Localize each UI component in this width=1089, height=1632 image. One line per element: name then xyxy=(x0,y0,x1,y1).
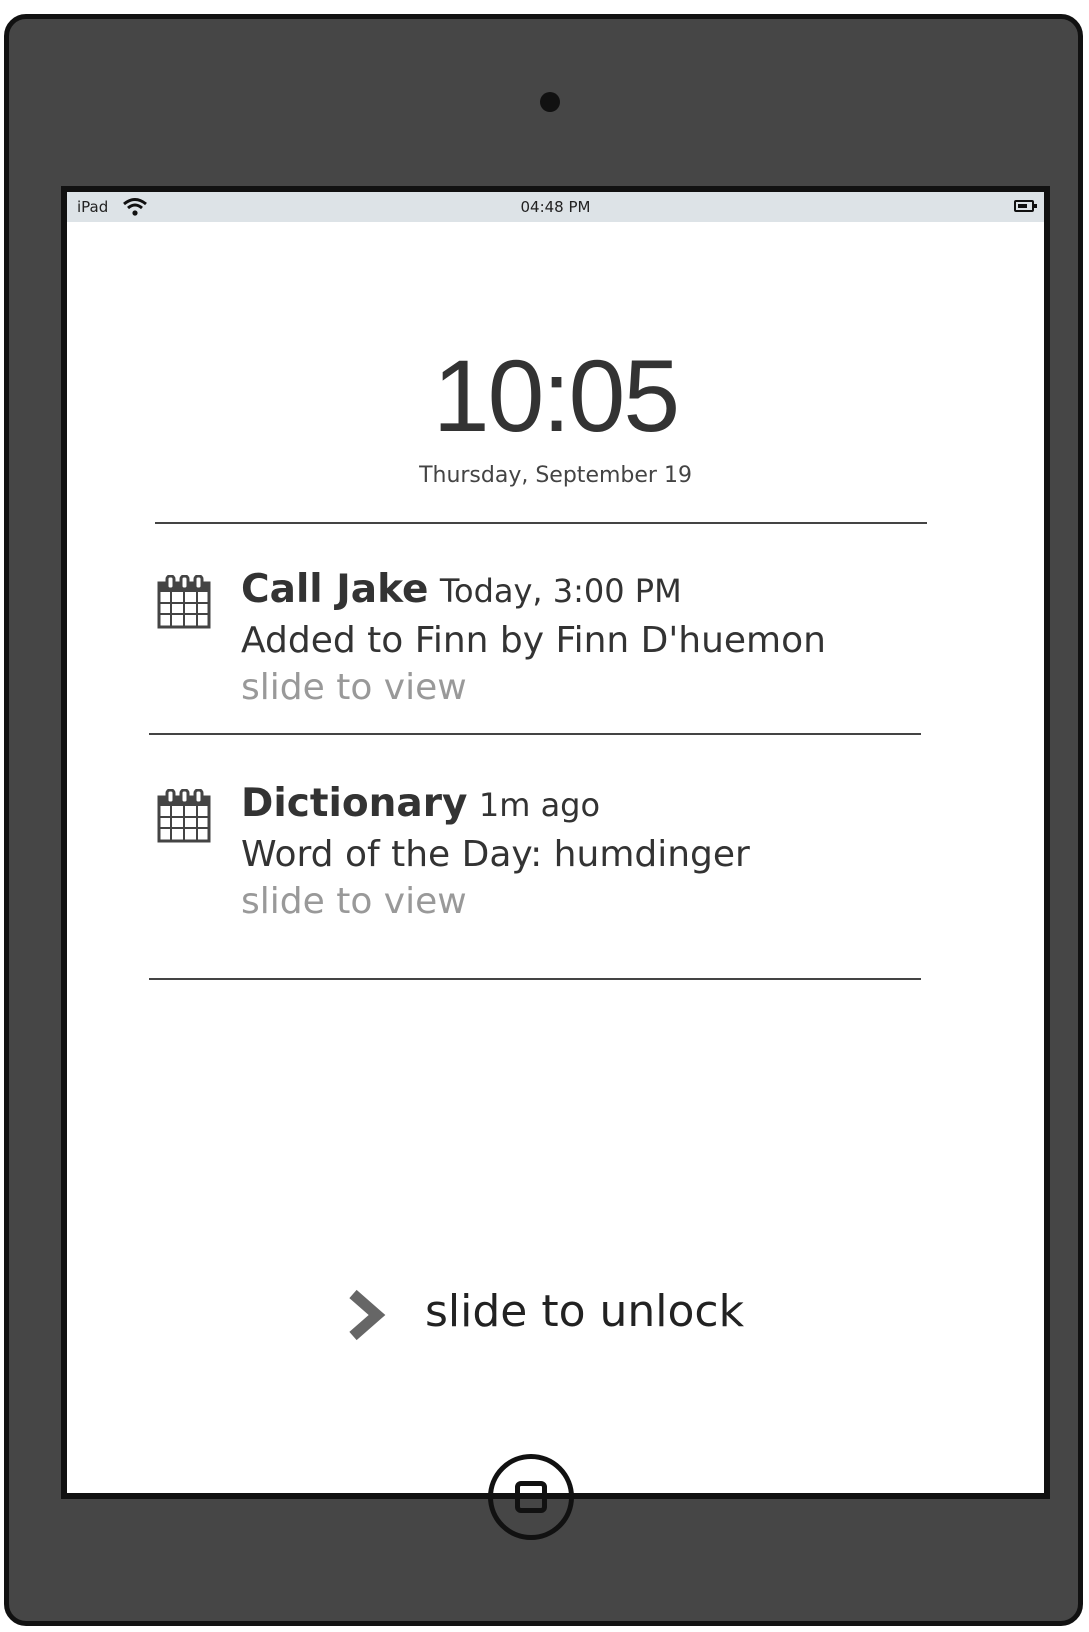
slide-to-unlock[interactable]: slide to unlock xyxy=(347,1282,807,1352)
lock-date: Thursday, September 19 xyxy=(419,463,692,488)
divider xyxy=(149,978,921,980)
ipad-device: iPad 04:48 PM 10:05 Thursday, September … xyxy=(4,14,1083,1626)
status-time: 04:48 PM xyxy=(520,198,591,216)
notification-slide-to-view[interactable]: slide to view xyxy=(241,881,961,922)
home-button[interactable] xyxy=(488,1454,574,1540)
notification-time: 1m ago xyxy=(478,786,601,824)
status-bar: iPad 04:48 PM xyxy=(67,192,1044,222)
divider xyxy=(155,522,927,524)
notification-title: Call Jake xyxy=(241,567,429,612)
slide-to-unlock-label: slide to unlock xyxy=(425,1286,745,1337)
notification-title: Dictionary xyxy=(241,781,468,826)
notification-item[interactable]: Dictionary 1m ago Word of the Day: humdi… xyxy=(157,781,967,931)
home-square-icon xyxy=(515,1481,547,1513)
lock-screen: iPad 04:48 PM 10:05 Thursday, September … xyxy=(61,186,1050,1499)
divider xyxy=(149,733,921,735)
camera-icon xyxy=(540,92,560,112)
notification-body: Word of the Day: humdinger xyxy=(241,834,750,875)
chevron-right-icon[interactable] xyxy=(347,1288,387,1346)
lock-clock: 10:05 xyxy=(432,339,680,453)
calendar-icon xyxy=(157,788,211,847)
battery-icon xyxy=(1014,200,1037,212)
notification-slide-to-view[interactable]: slide to view xyxy=(241,667,961,708)
calendar-icon xyxy=(157,574,211,633)
notification-item[interactable]: Call Jake Today, 3:00 PM Added to Finn b… xyxy=(157,567,967,717)
notification-body: Added to Finn by Finn D'huemon xyxy=(241,620,826,661)
notification-time: Today, 3:00 PM xyxy=(439,572,682,610)
